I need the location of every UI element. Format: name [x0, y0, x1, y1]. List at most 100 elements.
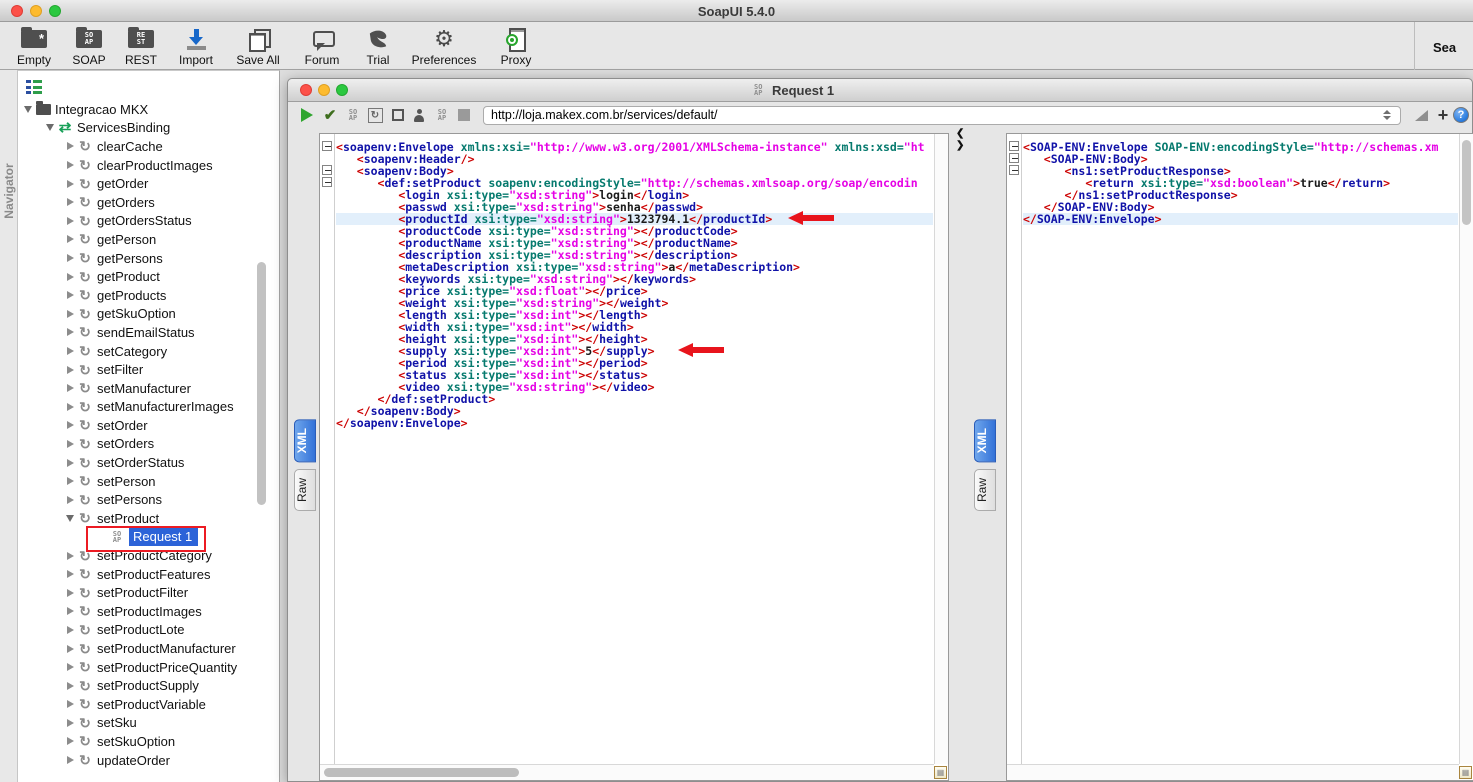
tree-item-setproductfilter[interactable]: ↻setProductFilter	[18, 583, 256, 602]
tree-item-clearproductimages[interactable]: ↻clearProductImages	[18, 156, 256, 175]
tree-item-setmanufacturer[interactable]: ↻setManufacturer	[18, 379, 256, 398]
hscrollbar-thumb[interactable]	[324, 768, 519, 777]
request-hscrollbar[interactable]	[320, 764, 934, 780]
tree-item-integracao-mkx[interactable]: Integracao MKX	[18, 100, 256, 119]
expand-arrow-icon[interactable]	[64, 552, 76, 560]
tree-item-getskuoption[interactable]: ↻getSkuOption	[18, 305, 256, 324]
request-vscrollbar[interactable]	[934, 134, 948, 764]
tree-item-label[interactable]: setProductFilter	[97, 585, 188, 600]
tree-item-label[interactable]: setFilter	[97, 362, 143, 377]
tree-item-getproduct[interactable]: ↻getProduct	[18, 267, 256, 286]
request-window-titlebar[interactable]: SOAP Request 1	[288, 79, 1472, 102]
split-view-icon[interactable]	[1412, 106, 1430, 124]
tree-item-getperson[interactable]: ↻getPerson	[18, 230, 256, 249]
expand-arrow-icon[interactable]	[64, 440, 76, 448]
tree-item-label[interactable]: ServicesBinding	[77, 120, 170, 135]
editor-corner-icon[interactable]: ▦	[934, 766, 947, 779]
tree-item-label[interactable]: setSkuOption	[97, 734, 175, 749]
tree-item-label[interactable]: setProductFeatures	[97, 567, 210, 582]
tree-item-getorder[interactable]: ↻getOrder	[18, 174, 256, 193]
request-xml-editor[interactable]: <soapenv:Envelope xmlns:xsi="http://www.…	[319, 133, 949, 781]
request-tab-xml[interactable]: XML	[294, 419, 316, 462]
tree-item-label[interactable]: setProductLote	[97, 622, 184, 637]
navigator-view-icon[interactable]	[26, 80, 44, 94]
response-tab-raw[interactable]: Raw	[974, 469, 996, 511]
tree-item-label[interactable]: clearCache	[97, 139, 163, 154]
tree-item-label[interactable]: setPerson	[97, 474, 156, 489]
expand-arrow-icon[interactable]	[64, 142, 76, 150]
tree-item-sendemailstatus[interactable]: ↻sendEmailStatus	[18, 323, 256, 342]
tree-item-label[interactable]: setSku	[97, 715, 137, 730]
tree-item-setmanufacturerimages[interactable]: ↻setManufacturerImages	[18, 398, 256, 417]
expand-arrow-icon[interactable]	[64, 310, 76, 318]
tree-item-setorders[interactable]: ↻setOrders	[18, 435, 256, 454]
tree-item-label[interactable]: getProducts	[97, 288, 166, 303]
request-tab-raw[interactable]: Raw	[294, 469, 316, 511]
tree-item-setproductsupply[interactable]: ↻setProductSupply	[18, 676, 256, 695]
endpoint-url-input[interactable]	[483, 106, 1401, 125]
fold-collapse-icon[interactable]	[1009, 141, 1019, 151]
tree-item-setsku[interactable]: ↻setSku	[18, 714, 256, 733]
tree-item-label[interactable]: Integracao MKX	[55, 102, 148, 117]
response-tab-xml[interactable]: XML	[974, 419, 996, 462]
stamp-person-icon[interactable]	[410, 106, 428, 124]
expand-arrow-icon[interactable]	[64, 254, 76, 262]
tree-item-label[interactable]: clearProductImages	[97, 158, 213, 173]
vscrollbar-thumb[interactable]	[1462, 140, 1471, 225]
expand-arrow-icon[interactable]	[64, 496, 76, 504]
tree-item-label[interactable]: setProductImages	[97, 604, 202, 619]
tree-item-label[interactable]: setOrder	[97, 418, 148, 433]
tree-item-clearcache[interactable]: ↻clearCache	[18, 137, 256, 156]
tree-item-label[interactable]: getSkuOption	[97, 306, 176, 321]
fold-collapse-icon[interactable]	[1009, 153, 1019, 163]
tree-item-updateorder[interactable]: ↻updateOrder	[18, 751, 256, 770]
response-vscrollbar[interactable]	[1459, 134, 1473, 764]
expand-arrow-icon[interactable]	[64, 198, 76, 206]
tree-item-setproductlote[interactable]: ↻setProductLote	[18, 621, 256, 640]
tree-item-label[interactable]: getOrdersStatus	[97, 213, 192, 228]
navigator-tab-label[interactable]: Navigator	[2, 146, 16, 236]
tree-item-label[interactable]: getPersons	[97, 251, 163, 266]
tree-item-label[interactable]: setProductSupply	[97, 678, 199, 693]
tree-item-label[interactable]: updateOrder	[97, 753, 170, 768]
soap-mini-icon-2[interactable]: SOAP	[433, 106, 451, 124]
tree-item-setproductvariable[interactable]: ↻setProductVariable	[18, 695, 256, 714]
tree-item-label[interactable]: getOrders	[97, 195, 155, 210]
gray-square-icon[interactable]	[455, 106, 473, 124]
tree-item-setfilter[interactable]: ↻setFilter	[18, 360, 256, 379]
tree-item-label[interactable]: setOrders	[97, 436, 154, 451]
tree-item-getpersons[interactable]: ↻getPersons	[18, 249, 256, 268]
tree-item-label[interactable]: setManufacturerImages	[97, 399, 234, 414]
recreate-request-icon[interactable]: ↻	[366, 106, 384, 124]
endpoint-dropdown-stepper[interactable]	[1378, 107, 1396, 123]
collapse-arrow-icon[interactable]	[44, 124, 56, 131]
tree-scrollbar-thumb[interactable]	[257, 262, 266, 505]
fold-collapse-icon[interactable]	[322, 141, 332, 151]
expand-arrow-icon[interactable]	[64, 235, 76, 243]
editor-corner-icon[interactable]: ▦	[1459, 766, 1472, 779]
expand-arrow-icon[interactable]	[64, 366, 76, 374]
tree-item-label[interactable]: setOrderStatus	[97, 455, 184, 470]
expand-arrow-icon[interactable]	[64, 607, 76, 615]
splitter-collapse-icons[interactable]: ❮❯	[956, 128, 964, 151]
expand-arrow-icon[interactable]	[64, 700, 76, 708]
proxy-button[interactable]: Proxy	[478, 26, 554, 67]
tree-item-servicesbinding[interactable]: ⇄ServicesBinding	[18, 119, 256, 138]
collapse-arrow-icon[interactable]	[64, 515, 76, 522]
tree-item-label[interactable]: getOrder	[97, 176, 148, 191]
expand-arrow-icon[interactable]	[64, 756, 76, 764]
expand-arrow-icon[interactable]	[64, 459, 76, 467]
expand-arrow-icon[interactable]	[64, 421, 76, 429]
expand-arrow-icon[interactable]	[64, 180, 76, 188]
tree-item-setproduct[interactable]: ↻setProduct	[18, 509, 256, 528]
tree-item-label[interactable]: setProductVariable	[97, 697, 206, 712]
tree-item-getordersstatus[interactable]: ↻getOrdersStatus	[18, 212, 256, 231]
tree-item-setcategory[interactable]: ↻setCategory	[18, 342, 256, 361]
fold-collapse-icon[interactable]	[1009, 165, 1019, 175]
expand-arrow-icon[interactable]	[64, 161, 76, 169]
expand-arrow-icon[interactable]	[64, 682, 76, 690]
expand-arrow-icon[interactable]	[64, 589, 76, 597]
collapse-arrow-icon[interactable]	[22, 106, 34, 113]
help-icon[interactable]: ?	[1452, 106, 1470, 124]
expand-arrow-icon[interactable]	[64, 273, 76, 281]
